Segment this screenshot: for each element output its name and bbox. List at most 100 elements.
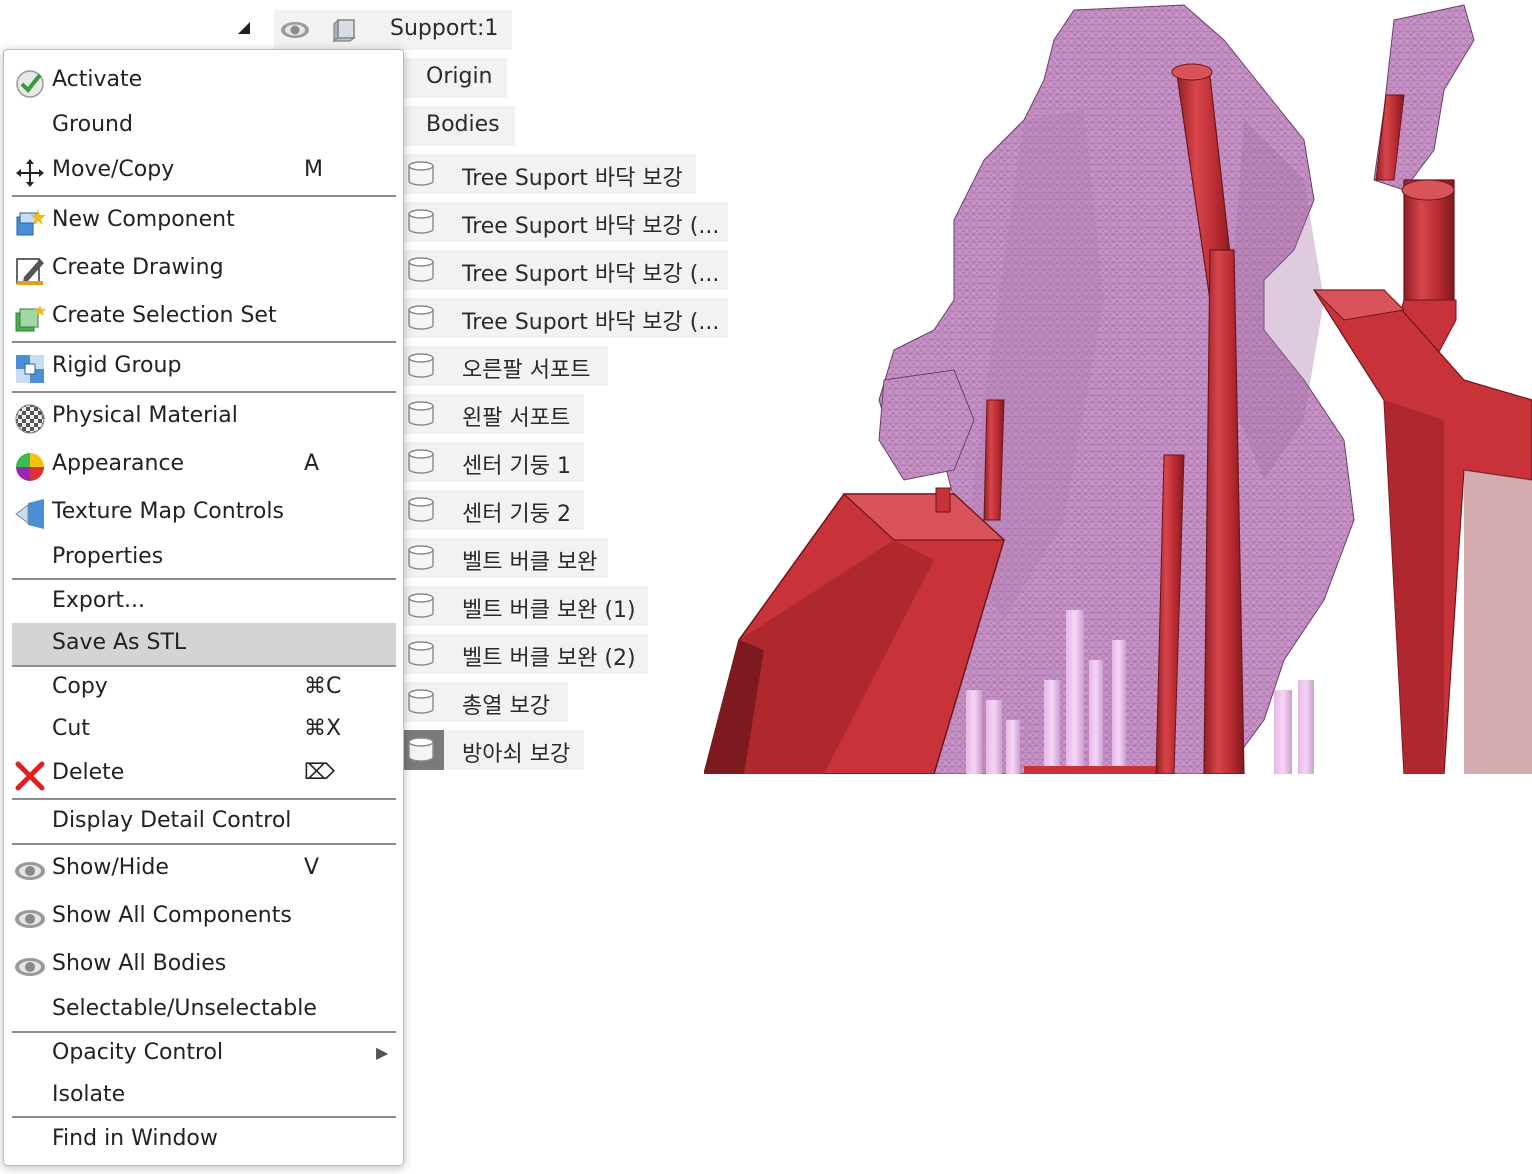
3d-viewport[interactable] — [704, 0, 1532, 774]
model-render — [704, 4, 1532, 774]
menu-item-cut[interactable]: Cut ⌘X — [12, 709, 396, 751]
body-label: 벨트 버클 보완 — [462, 550, 598, 575]
menu-item-show-all-components[interactable]: Show All Components — [12, 896, 396, 938]
component-node[interactable]: Support:1 — [274, 10, 512, 50]
body-label: 총열 보강 — [462, 694, 550, 719]
menu-item-ground[interactable]: Ground — [12, 105, 396, 147]
menu-item-find-in-window[interactable]: Find in Window — [12, 1119, 396, 1161]
body-cylinder-icon — [408, 593, 434, 618]
menu-item-label: Activate — [52, 67, 143, 92]
component-cube-icon — [332, 18, 356, 42]
menu-item-shortcut: M — [304, 157, 323, 182]
body-row[interactable]: 벨트 버클 보완 (2) — [404, 634, 648, 674]
menu-item-label: Display Detail Control — [52, 808, 292, 833]
menu-item-create-drawing[interactable]: Create Drawing — [12, 248, 396, 290]
color-wheel-icon — [14, 451, 46, 483]
menu-item-label: Delete — [52, 760, 125, 785]
eye-icon — [14, 855, 46, 887]
menu-item-selectable-unselectable[interactable]: Selectable/Unselectable — [12, 989, 396, 1031]
menu-item-shortcut: ▶ — [376, 1043, 389, 1062]
menu-separator — [12, 1031, 396, 1033]
menu-item-move-copy[interactable]: Move/Copy M — [12, 150, 396, 192]
body-row[interactable]: 왼팔 서포트 — [404, 394, 584, 434]
eye-icon[interactable] — [280, 21, 310, 39]
body-cylinder-icon — [408, 257, 434, 282]
body-row[interactable]: Tree Suport 바닥 보강 — [404, 154, 696, 194]
body-row[interactable]: 총열 보강 — [404, 682, 568, 722]
menu-item-delete[interactable]: Delete ⌦ — [12, 753, 396, 795]
body-label: 센터 기둥 2 — [462, 502, 571, 527]
menu-item-label: Properties — [52, 544, 164, 569]
body-cylinder-icon — [408, 641, 434, 666]
body-label: 벨트 버클 보완 (1) — [462, 598, 636, 623]
menu-item-export[interactable]: Export... — [12, 581, 396, 623]
collapse-triangle-icon[interactable] — [238, 22, 250, 34]
move-arrows-icon — [14, 157, 46, 189]
component-name: Support:1 — [390, 16, 499, 41]
body-label: Tree Suport 바닥 보강 (... — [462, 214, 720, 239]
body-cylinder-icon — [408, 209, 434, 234]
drawing-icon — [14, 255, 46, 287]
menu-item-label: Cut — [52, 716, 90, 741]
body-row[interactable]: 센터 기둥 1 — [404, 442, 584, 482]
menu-item-create-selection-set[interactable]: Create Selection Set — [12, 296, 396, 338]
menu-item-texture-map-controls[interactable]: Texture Map Controls — [12, 492, 396, 534]
menu-item-display-detail-control[interactable]: Display Detail Control — [12, 801, 396, 843]
body-row[interactable]: 방아쇠 보강 — [404, 730, 584, 770]
menu-item-new-component[interactable]: New Component — [12, 200, 396, 242]
body-row[interactable]: Tree Suport 바닥 보강 (... — [404, 202, 728, 242]
body-row[interactable]: 오른팔 서포트 — [404, 346, 608, 386]
body-label: 센터 기둥 1 — [462, 454, 571, 479]
menu-separator — [12, 341, 396, 343]
body-cylinder-icon — [408, 449, 434, 474]
folder-origin[interactable]: Origin — [404, 58, 507, 98]
body-label: 벨트 버클 보완 (2) — [462, 646, 636, 671]
eye-icon — [14, 951, 46, 983]
body-row[interactable]: Tree Suport 바닥 보강 (... — [404, 298, 728, 338]
menu-item-label: Ground — [52, 112, 133, 137]
menu-item-physical-material[interactable]: Physical Material — [12, 396, 396, 438]
menu-separator — [12, 843, 396, 845]
menu-item-copy[interactable]: Copy ⌘C — [12, 667, 396, 709]
menu-item-label: Rigid Group — [52, 353, 182, 378]
folder-bodies[interactable]: Bodies — [404, 106, 515, 146]
folder-label: Bodies — [426, 112, 500, 137]
body-cylinder-icon — [408, 545, 434, 570]
checkmark-icon — [14, 67, 46, 99]
menu-item-rigid-group[interactable]: Rigid Group — [12, 346, 396, 388]
menu-item-show-hide[interactable]: Show/Hide V — [12, 848, 396, 890]
new-component-icon — [14, 207, 46, 239]
menu-item-isolate[interactable]: Isolate — [12, 1075, 396, 1117]
body-label: 왼팔 서포트 — [462, 406, 571, 431]
body-row[interactable]: 벨트 버클 보완 (1) — [404, 586, 648, 626]
menu-item-label: Appearance — [52, 451, 185, 476]
menu-item-label: Isolate — [52, 1082, 126, 1107]
menu-item-activate[interactable]: Activate — [12, 60, 396, 102]
menu-item-label: New Component — [52, 207, 235, 232]
menu-item-appearance[interactable]: Appearance A — [12, 444, 396, 486]
menu-item-shortcut: ⌘X — [304, 716, 342, 741]
menu-separator — [12, 391, 396, 393]
menu-item-label: Export... — [52, 588, 145, 613]
menu-separator — [12, 798, 396, 800]
body-cylinder-icon — [408, 401, 434, 426]
body-cylinder-icon — [408, 737, 434, 762]
body-label: Tree Suport 바닥 보강 (... — [462, 262, 720, 287]
menu-item-label: Opacity Control — [52, 1040, 224, 1065]
body-label: Tree Suport 바닥 보강 — [462, 166, 683, 191]
menu-item-save-as-stl[interactable]: Save As STL — [12, 623, 396, 665]
body-row[interactable]: 센터 기둥 2 — [404, 490, 584, 530]
menu-item-show-all-bodies[interactable]: Show All Bodies — [12, 944, 396, 986]
body-label: 방아쇠 보강 — [462, 742, 571, 767]
folder-label: Origin — [426, 64, 493, 89]
menu-item-label: Show/Hide — [52, 855, 169, 880]
body-row[interactable]: 벨트 버클 보완 — [404, 538, 608, 578]
menu-item-label: Physical Material — [52, 403, 238, 428]
menu-item-label: Selectable/Unselectable — [52, 996, 317, 1021]
body-label: 오른팔 서포트 — [462, 358, 591, 383]
menu-item-properties[interactable]: Properties — [12, 537, 396, 579]
menu-item-opacity-control[interactable]: Opacity Control ▶ — [12, 1033, 396, 1075]
menu-item-label: Save As STL — [52, 630, 187, 655]
menu-separator — [12, 578, 396, 580]
body-row[interactable]: Tree Suport 바닥 보강 (... — [404, 250, 728, 290]
